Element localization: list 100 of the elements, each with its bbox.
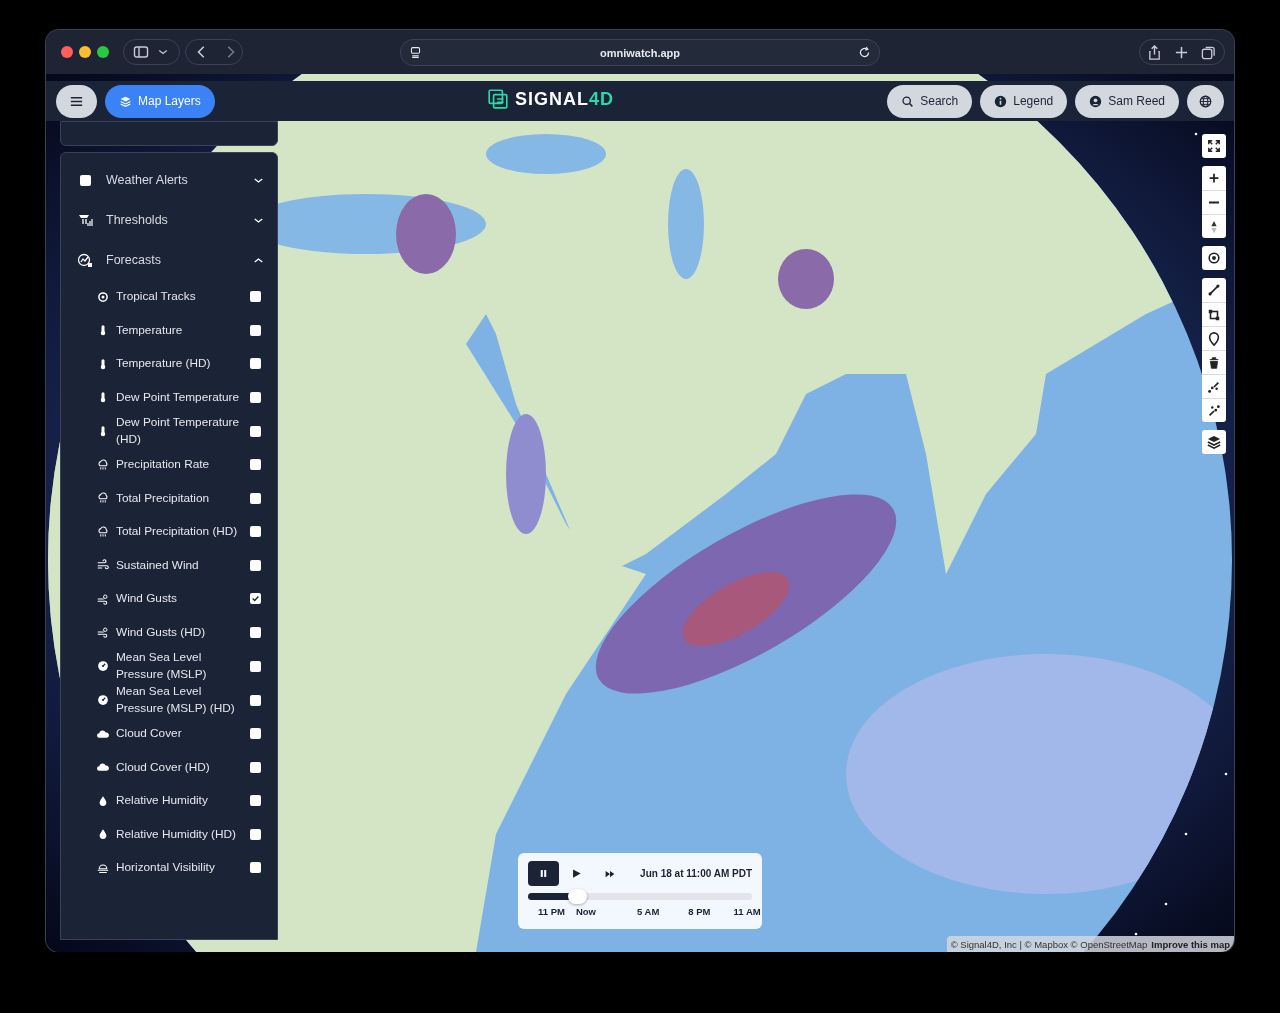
layer-label[interactable]: Dew Point Temperature (HD) (116, 414, 244, 448)
checkbox[interactable] (250, 492, 261, 504)
search-button[interactable]: Search (887, 84, 973, 118)
map-attribution: © Signal4D, Inc | © Mapbox © OpenStreetMap (950, 938, 1148, 950)
window-control[interactable] (61, 46, 73, 58)
layers-icon (119, 94, 132, 108)
layer-label[interactable]: Cloud Cover (HD) (116, 758, 244, 776)
checkbox[interactable] (79, 174, 91, 186)
share-button[interactable] (1147, 44, 1162, 60)
checkbox[interactable] (250, 694, 261, 706)
globe-button[interactable] (1187, 84, 1224, 118)
window-control[interactable] (97, 46, 109, 58)
checkbox[interactable] (250, 324, 261, 336)
checkbox[interactable] (250, 526, 261, 538)
combine-icon (1207, 379, 1221, 394)
split-icon (1207, 403, 1221, 418)
layer-label[interactable]: Dew Point Temperature (116, 388, 244, 406)
drop-icon (97, 794, 109, 807)
checkbox[interactable] (250, 391, 261, 403)
wind-icon (97, 592, 109, 605)
new-tab-button[interactable] (1174, 44, 1189, 60)
fast-forward-icon (604, 868, 615, 879)
polygon-icon (1207, 307, 1221, 322)
checkbox[interactable] (250, 728, 261, 740)
checkbox[interactable] (250, 828, 261, 840)
section-header[interactable]: Forecasts (106, 253, 254, 267)
tabs-button[interactable] (1201, 44, 1216, 60)
checkbox[interactable] (250, 425, 261, 437)
gauge-icon (97, 660, 109, 672)
date-time-label: Jun 18 at 11:00 AM PDT (640, 868, 752, 879)
info-icon (994, 94, 1008, 108)
drop-icon (97, 828, 109, 841)
layer-label[interactable]: Tropical Tracks (116, 288, 244, 306)
play-icon (571, 868, 582, 879)
globe-icon (1199, 94, 1212, 108)
checkbox[interactable] (250, 358, 261, 370)
checkbox[interactable] (250, 660, 261, 672)
chevron-up-icon[interactable] (254, 257, 263, 263)
check-icon (251, 594, 260, 604)
plus-icon (1174, 44, 1189, 60)
checkbox[interactable] (250, 862, 261, 874)
page-icon (409, 46, 422, 59)
marker-icon (1207, 331, 1221, 346)
menu-button[interactable] (56, 84, 97, 118)
reload-icon (858, 46, 871, 59)
checkbox[interactable] (250, 291, 261, 303)
layer-label[interactable]: Wind Gusts (HD) (116, 623, 244, 641)
user-button[interactable]: Sam Reed (1075, 84, 1179, 118)
logo-icon (487, 88, 509, 110)
checkbox[interactable] (250, 559, 261, 571)
pause-icon (538, 868, 549, 879)
timeline-handle[interactable] (568, 889, 588, 904)
thresholds-icon (77, 212, 93, 228)
address-bar[interactable]: omniwatch.app (400, 39, 880, 66)
search-icon (901, 94, 915, 108)
locate-icon (1207, 251, 1221, 265)
checkbox[interactable] (250, 795, 261, 807)
sidebar-icon (133, 44, 149, 60)
layer-label[interactable]: Relative Humidity (HD) (116, 825, 244, 843)
trash-icon (1207, 355, 1221, 370)
fog-icon (97, 861, 109, 874)
user-icon (1089, 94, 1103, 108)
chevron-down-icon[interactable] (254, 177, 263, 183)
layer-label[interactable]: Precipitation Rate (116, 456, 244, 474)
layer-label[interactable]: Wind Gusts (116, 590, 244, 608)
rain-cloud-icon (97, 492, 109, 505)
pause-button[interactable] (528, 861, 559, 886)
layer-label[interactable]: Mean Sea Level Pressure (MSLP) (116, 649, 244, 683)
time-tick-label: Now (575, 906, 596, 917)
section-header[interactable]: Weather Alerts (106, 173, 254, 187)
time-tick-label: 11 PM (538, 906, 565, 917)
legend-button[interactable]: Legend (980, 84, 1068, 118)
window-control[interactable] (79, 46, 91, 58)
checkbox[interactable] (250, 626, 261, 638)
share-icon (1147, 44, 1162, 60)
layer-label[interactable]: Total Precipitation (HD) (116, 523, 244, 541)
map-layers-button[interactable]: Map Layers (105, 84, 215, 118)
wind-icon (97, 626, 109, 639)
zoom-out-icon (1208, 201, 1220, 204)
section-header[interactable]: Thresholds (106, 213, 254, 227)
layer-label[interactable]: Cloud Cover (116, 725, 244, 743)
checkbox[interactable] (250, 593, 261, 605)
checkbox[interactable] (250, 761, 261, 773)
gauge-icon (97, 694, 109, 706)
layer-label[interactable]: Temperature (116, 321, 244, 339)
layers-icon (1207, 435, 1221, 449)
layer-label[interactable]: Sustained Wind (116, 556, 244, 574)
cyclone-icon (97, 290, 109, 303)
forecast-icon (77, 252, 93, 268)
layer-label[interactable]: Horizontal Visibility (116, 859, 244, 877)
fullscreen-icon (1207, 139, 1221, 153)
app-logo: SIGNAL4D (515, 88, 615, 110)
layer-label[interactable]: Total Precipitation (116, 489, 244, 507)
tabs-icon (1201, 44, 1216, 60)
layer-label[interactable]: Relative Humidity (116, 792, 244, 810)
checkbox[interactable] (250, 459, 261, 471)
chevron-down-icon[interactable] (254, 217, 263, 223)
improve-map-link[interactable]: Improve this map (1151, 938, 1230, 950)
layer-label[interactable]: Temperature (HD) (116, 355, 244, 373)
layer-label[interactable]: Mean Sea Level Pressure (MSLP) (HD) (116, 683, 244, 717)
